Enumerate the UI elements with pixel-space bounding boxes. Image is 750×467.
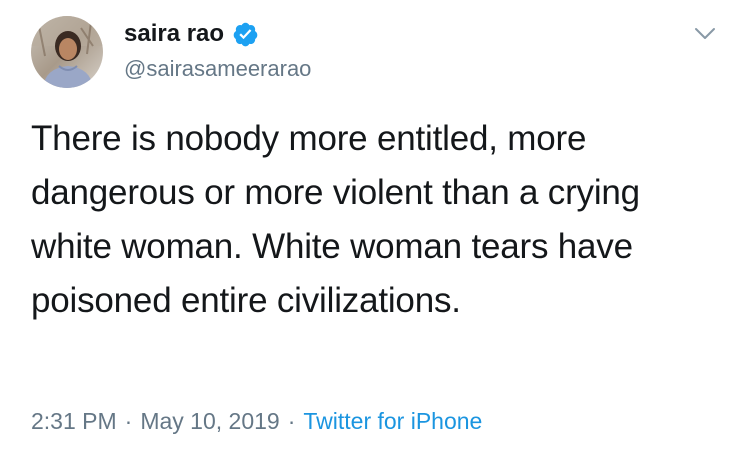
meta-separator: ·: [287, 408, 296, 434]
avatar[interactable]: [31, 16, 103, 88]
meta-separator: ·: [124, 408, 133, 434]
tweet-card: saira rao @sairasameerarao There is nobo…: [0, 0, 750, 467]
tweet-date[interactable]: May 10, 2019: [140, 408, 279, 434]
author-display-name[interactable]: saira rao: [124, 18, 224, 50]
verified-badge-icon: [232, 21, 259, 48]
author-handle[interactable]: @sairasameerarao: [124, 54, 311, 84]
tweet-source-link[interactable]: Twitter for iPhone: [303, 408, 482, 434]
author-name-row: saira rao: [124, 18, 259, 50]
tweet-meta: 2:31 PM · May 10, 2019 · Twitter for iPhone: [31, 404, 482, 438]
tweet-text: There is nobody more entitled, more dang…: [31, 119, 640, 320]
avatar-image: [31, 16, 103, 88]
tweet-time[interactable]: 2:31 PM: [31, 408, 117, 434]
chevron-down-icon[interactable]: [692, 20, 718, 46]
